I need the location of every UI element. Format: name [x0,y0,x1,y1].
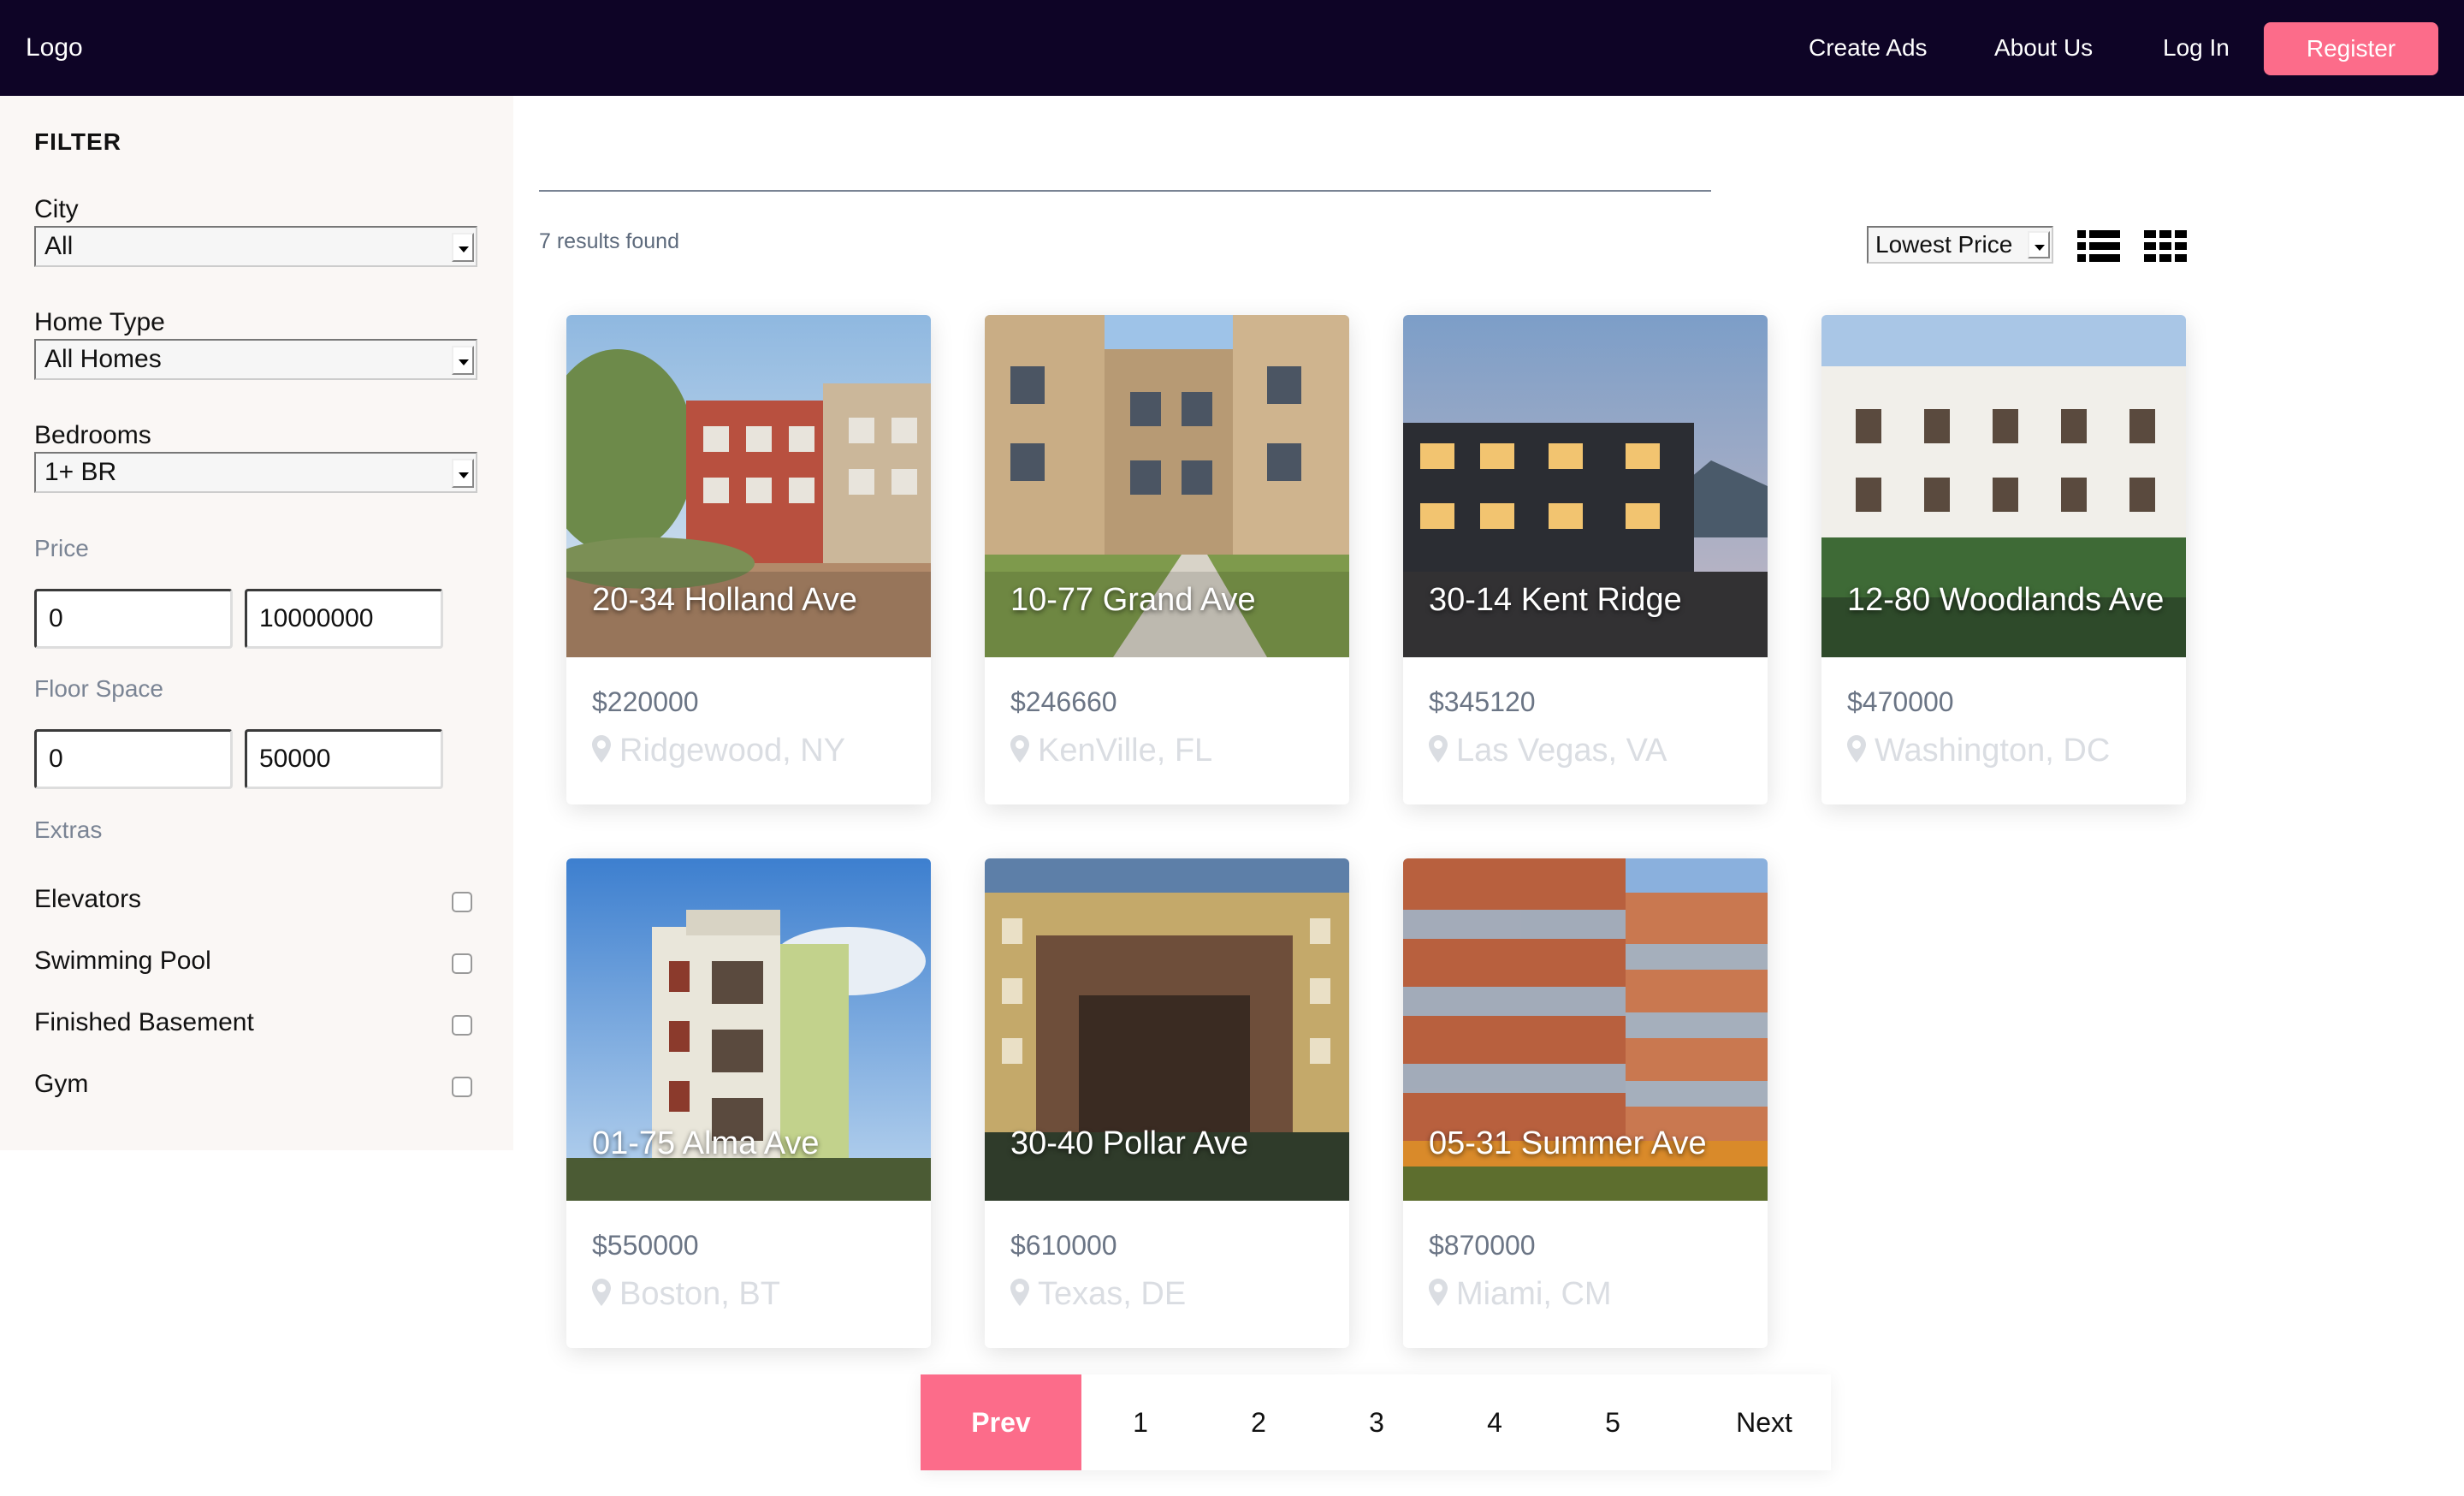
listing-location: Washington, DC [1847,733,2110,769]
home-type-select-value: All Homes [44,345,162,373]
city-select[interactable]: All [34,226,477,267]
location-pin-icon [1429,1278,1448,1306]
listing-location-text: KenVille, FL [1038,733,1213,769]
listing-location-text: Boston, BT [619,1276,780,1312]
listing-location-text: Texas, DE [1038,1276,1187,1312]
listing-location: Las Vegas, VA [1429,733,1667,769]
listing-card[interactable]: 30-14 Kent Ridge $345120 Las Vegas, VA [1403,315,1768,804]
extra-swimming-pool-checkbox[interactable] [452,953,472,974]
listing-card[interactable]: 12-80 Woodlands Ave $470000 Washington, … [1821,315,2186,804]
bedrooms-label: Bedrooms [34,421,151,449]
extra-finished-basement-checkbox[interactable] [452,1015,472,1036]
floor-space-min-input[interactable]: 0 [34,729,233,789]
listing-card[interactable]: 05-31 Summer Ave $870000 Miami, CM [1403,858,1768,1348]
home-type-select[interactable]: All Homes [34,339,477,380]
listing-location-text: Washington, DC [1875,733,2111,769]
listing-location: Texas, DE [1010,1276,1186,1313]
search-underline[interactable] [539,190,1711,192]
floor-space-label: Floor Space [34,675,163,702]
listing-title: 20-34 Holland Ave [592,582,857,618]
pagination-page-1[interactable]: 1 [1081,1374,1199,1470]
listing-location-text: Miami, CM [1456,1276,1612,1312]
chevron-down-icon [452,346,474,375]
location-pin-icon [592,1278,611,1306]
nav-about-us[interactable]: About Us [1994,0,2093,96]
listing-price: $610000 [1010,1230,1117,1261]
extra-gym-label: Gym [34,1070,89,1098]
listing-title: 01-75 Alma Ave [592,1125,820,1161]
location-pin-icon [1010,734,1029,763]
nav-log-in[interactable]: Log In [2163,0,2230,96]
listing-card[interactable]: 01-75 Alma Ave $550000 Boston, BT [566,858,931,1348]
listing-location: Ridgewood, NY [592,733,845,769]
extra-elevators-label: Elevators [34,885,142,913]
register-button[interactable]: Register [2264,22,2438,75]
extra-swimming-pool-label: Swimming Pool [34,947,211,975]
sort-select-value: Lowest Price [1875,231,2013,258]
listing-title: 30-14 Kent Ridge [1429,582,1682,618]
sort-select[interactable]: Lowest Price [1867,226,2053,264]
listing-location: KenVille, FL [1010,733,1212,769]
price-max-input[interactable]: 10000000 [245,589,443,649]
bedrooms-select-value: 1+ BR [44,458,117,486]
pagination-page-2[interactable]: 2 [1199,1374,1318,1470]
listing-price: $246660 [1010,686,1117,717]
listing-title: 30-40 Pollar Ave [1010,1125,1249,1161]
location-pin-icon [1010,1278,1029,1306]
listing-card[interactable]: 10-77 Grand Ave $246660 KenVille, FL [985,315,1349,804]
pagination-next-button[interactable]: Next [1672,1374,1831,1470]
listing-card[interactable]: 20-34 Holland Ave $220000 Ridgewood, NY [566,315,931,804]
bedrooms-select[interactable]: 1+ BR [34,452,477,493]
filter-title: FILTER [34,128,121,155]
listing-price: $220000 [592,686,699,717]
listing-location-text: Ridgewood, NY [619,733,846,769]
pagination-page-3[interactable]: 3 [1318,1374,1436,1470]
extra-elevators-checkbox[interactable] [452,892,472,912]
listing-price: $345120 [1429,686,1536,717]
pagination: Prev 1 2 3 4 5 Next [921,1374,1831,1470]
results-count: 7 results found [539,229,679,253]
chevron-down-icon [452,459,474,488]
price-min-input[interactable]: 0 [34,589,233,649]
home-type-label: Home Type [34,308,165,336]
pagination-prev-button[interactable]: Prev [921,1374,1081,1470]
pagination-page-4[interactable]: 4 [1436,1374,1554,1470]
listing-title: 10-77 Grand Ave [1010,582,1256,618]
price-label: Price [34,535,89,561]
listing-price: $470000 [1847,686,1954,717]
location-pin-icon [592,734,611,763]
city-label: City [34,195,79,223]
city-select-value: All [44,232,74,260]
chevron-down-icon [2028,231,2050,258]
listing-price: $870000 [1429,1230,1536,1261]
grid-view-icon[interactable] [2144,229,2187,264]
location-pin-icon [1847,734,1866,763]
extra-gym-checkbox[interactable] [452,1077,472,1097]
floor-space-max-input[interactable]: 50000 [245,729,443,789]
pagination-page-5[interactable]: 5 [1554,1374,1672,1470]
extras-label: Extras [34,816,103,843]
chevron-down-icon [452,233,474,262]
listing-price: $550000 [592,1230,699,1261]
listing-title: 05-31 Summer Ave [1429,1125,1707,1161]
top-navbar: Logo Create Ads About Us Log In Register [0,0,2464,96]
nav-create-ads[interactable]: Create Ads [1809,0,1928,96]
listing-title: 12-80 Woodlands Ave [1847,582,2165,618]
listing-location-text: Las Vegas, VA [1456,733,1667,769]
site-logo[interactable]: Logo [26,0,83,96]
listing-location: Miami, CM [1429,1276,1612,1313]
list-view-icon[interactable] [2077,229,2120,264]
extra-finished-basement-label: Finished Basement [34,1008,254,1036]
location-pin-icon [1429,734,1448,763]
listing-card[interactable]: 30-40 Pollar Ave $610000 Texas, DE [985,858,1349,1348]
listing-location: Boston, BT [592,1276,780,1313]
